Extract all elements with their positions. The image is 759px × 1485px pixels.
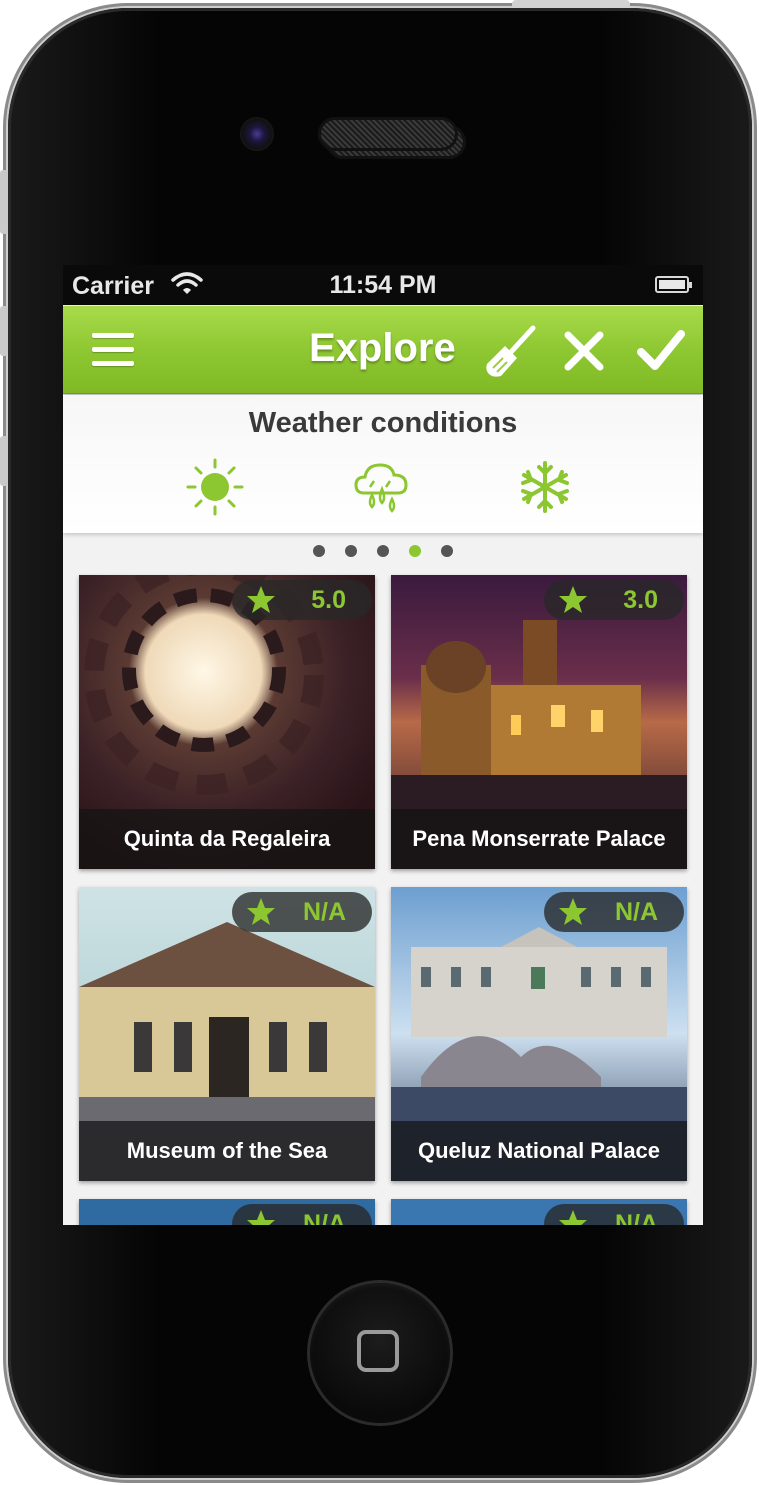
rating-value: N/A xyxy=(614,1210,658,1225)
page-dot[interactable] xyxy=(441,545,453,557)
star-icon xyxy=(559,1210,587,1225)
status-time: 11:54 PM xyxy=(329,271,437,299)
close-icon[interactable] xyxy=(563,330,605,372)
home-button[interactable] xyxy=(310,1283,450,1423)
rating-badge: N/A xyxy=(544,1204,684,1225)
weather-filter-panel: Weather conditions xyxy=(63,395,703,533)
star-icon xyxy=(247,1210,275,1225)
rating-badge: N/A xyxy=(232,1204,372,1225)
check-icon[interactable] xyxy=(637,328,685,372)
star-icon xyxy=(247,898,275,925)
place-card[interactable]: 3.0 Pena Monserrate Palace xyxy=(391,575,687,869)
broom-icon[interactable] xyxy=(483,324,539,380)
page-dot[interactable] xyxy=(313,545,325,557)
place-name: Pena Monserrate Palace xyxy=(391,809,687,869)
front-camera xyxy=(240,117,274,151)
power-button xyxy=(512,0,630,8)
snow-icon[interactable] xyxy=(517,459,573,515)
rating-value: N/A xyxy=(302,1210,346,1225)
weather-title: Weather conditions xyxy=(248,407,518,439)
place-card[interactable]: N/A xyxy=(391,1199,687,1225)
menu-icon[interactable] xyxy=(92,333,134,367)
page-indicator[interactable] xyxy=(63,545,703,557)
page-dot[interactable] xyxy=(377,545,389,557)
app-screen: Carrier 11:54 PM Explore Weather conditi… xyxy=(63,265,703,1225)
page-dot-active[interactable] xyxy=(409,545,421,557)
star-icon xyxy=(559,586,587,613)
rain-icon[interactable] xyxy=(352,459,410,517)
place-name: Museum of the Sea xyxy=(79,1121,375,1181)
volume-up-button xyxy=(0,306,8,356)
page-title: Explore xyxy=(309,326,456,370)
star-icon xyxy=(559,898,587,925)
rating-value: 3.0 xyxy=(623,586,658,614)
place-card[interactable]: N/A Museum of the Sea xyxy=(79,887,375,1181)
sun-icon[interactable] xyxy=(185,457,245,517)
place-card[interactable]: N/A xyxy=(79,1199,375,1225)
place-card[interactable]: N/A Queluz National Palace xyxy=(391,887,687,1181)
home-square-icon xyxy=(357,1330,399,1372)
rating-value: 5.0 xyxy=(311,586,346,614)
page-dot[interactable] xyxy=(345,545,357,557)
rating-value: N/A xyxy=(614,898,658,926)
mute-switch xyxy=(0,170,8,234)
rating-badge: N/A xyxy=(544,892,684,932)
volume-down-button xyxy=(0,436,8,486)
rating-badge: N/A xyxy=(232,892,372,932)
earpiece xyxy=(318,117,458,151)
status-bar: Carrier 11:54 PM xyxy=(63,265,703,305)
nav-bar: Explore xyxy=(63,306,703,394)
place-name: Queluz National Palace xyxy=(391,1121,687,1181)
rating-value: N/A xyxy=(302,898,346,926)
place-card[interactable]: 5.0 Quinta da Regaleira xyxy=(79,575,375,869)
rating-badge: 5.0 xyxy=(232,580,372,620)
star-icon xyxy=(247,586,275,613)
place-name: Quinta da Regaleira xyxy=(79,809,375,869)
rating-badge: 3.0 xyxy=(544,580,684,620)
battery-icon xyxy=(655,276,692,293)
